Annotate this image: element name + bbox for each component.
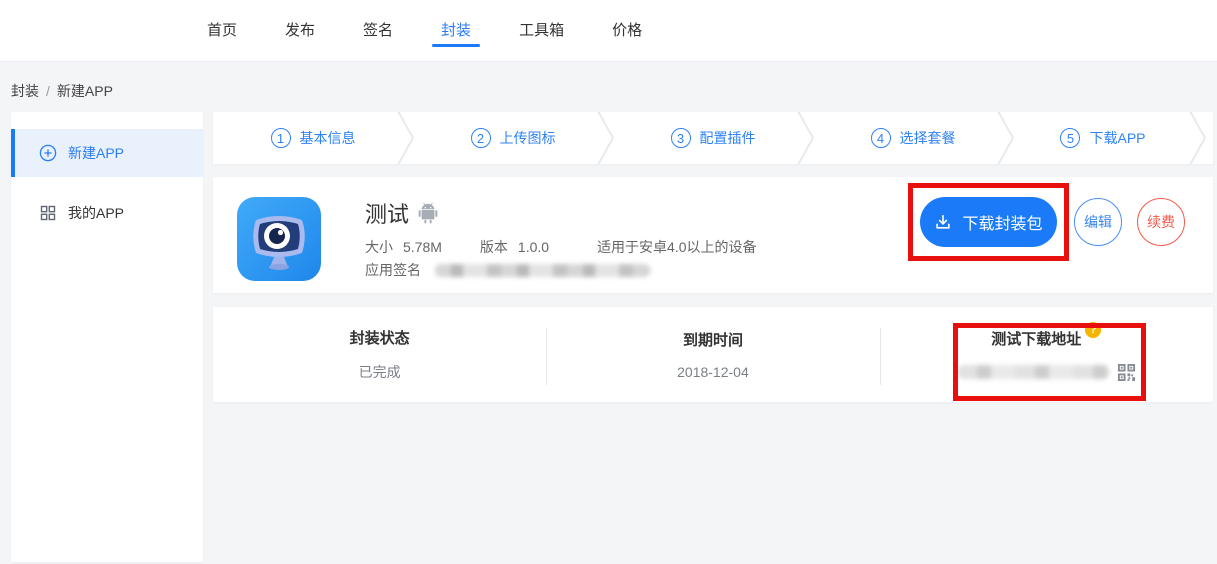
step-number: 2	[471, 128, 491, 148]
edit-button[interactable]: 编辑	[1074, 198, 1122, 246]
test-download-url-label: 测试下载地址	[991, 328, 1081, 349]
sidebar-item-label: 新建APP	[68, 143, 124, 163]
redacted-signature-value	[435, 264, 650, 277]
breadcrumb: 封装 / 新建APP	[11, 81, 113, 101]
size-label: 大小	[365, 237, 393, 257]
size-value: 5.78M	[403, 239, 442, 255]
wizard-step-download-app[interactable]: 5 下载APP	[1003, 112, 1203, 164]
app-icon	[237, 197, 321, 281]
main-content: 1 基本信息 2 上传图标 3 配置插件 4 选择套餐 5 下载APP	[213, 112, 1213, 402]
version-label: 版本	[480, 237, 508, 257]
package-status-label: 封装状态	[350, 327, 410, 348]
nav-item-package[interactable]: 封装	[441, 0, 471, 62]
step-label: 选择套餐	[900, 128, 956, 148]
step-label: 下载APP	[1089, 128, 1145, 148]
step-wizard: 1 基本信息 2 上传图标 3 配置插件 4 选择套餐 5 下载APP	[213, 112, 1213, 164]
sidebar-item-my-app[interactable]: 我的APP	[11, 189, 203, 237]
expiry-date-column: 到期时间 2018-12-04	[546, 307, 879, 402]
help-question-icon[interactable]: ?	[1085, 322, 1101, 338]
expiry-date-label: 到期时间	[683, 329, 743, 350]
app-title-row: 测试	[365, 197, 438, 229]
package-status-value: 已完成	[359, 362, 401, 382]
qr-code-icon[interactable]	[1117, 363, 1136, 382]
step-number: 1	[271, 128, 291, 148]
wizard-step-basic-info[interactable]: 1 基本信息	[213, 112, 413, 164]
main-nav: 首页 发布 签名 封装 工具箱 价格	[207, 0, 1217, 62]
info-panel: 封装状态 已完成 到期时间 2018-12-04 测试下载地址 ?	[213, 307, 1213, 402]
compatibility-text: 适用于安卓4.0以上的设备	[597, 237, 756, 257]
wizard-step-select-plan[interactable]: 4 选择套餐	[813, 112, 1013, 164]
wizard-step-configure-plugins[interactable]: 3 配置插件	[613, 112, 813, 164]
sidebar-item-label: 我的APP	[68, 203, 124, 223]
nav-item-publish[interactable]: 发布	[285, 0, 315, 62]
app-meta-row: 大小 5.78M 版本 1.0.0 适用于安卓4.0以上的设备	[365, 237, 757, 257]
app-card: 测试 大小 5.78M 版本 1.0.0 适用于安卓4.0以上的设备 应用签名	[213, 177, 1213, 293]
edit-button-label: 编辑	[1084, 212, 1112, 232]
step-label: 基本信息	[300, 128, 356, 148]
signature-label: 应用签名	[365, 260, 421, 280]
breadcrumb-section[interactable]: 封装	[11, 83, 39, 99]
breadcrumb-current: 新建APP	[57, 83, 113, 99]
plus-circle-icon	[39, 144, 57, 162]
download-package-button[interactable]: 下载封装包	[920, 197, 1057, 247]
wizard-step-upload-icon[interactable]: 2 上传图标	[413, 112, 613, 164]
step-label: 上传图标	[500, 128, 556, 148]
step-label: 配置插件	[700, 128, 756, 148]
renew-button-label: 续费	[1147, 212, 1175, 232]
nav-item-sign[interactable]: 签名	[363, 0, 393, 62]
download-icon	[934, 213, 952, 231]
grid-icon	[39, 204, 57, 222]
renew-button[interactable]: 续费	[1137, 198, 1185, 246]
step-number: 3	[671, 128, 691, 148]
package-status-column: 封装状态 已完成	[213, 307, 546, 402]
top-header: 首页 发布 签名 封装 工具箱 价格	[0, 0, 1217, 62]
download-button-label: 下载封装包	[962, 210, 1042, 234]
test-download-url-column: 测试下载地址 ?	[880, 307, 1213, 402]
step-number: 4	[871, 128, 891, 148]
android-icon	[418, 202, 438, 224]
step-number: 5	[1060, 128, 1080, 148]
app-signature-row: 应用签名	[365, 260, 650, 280]
expiry-date-value: 2018-12-04	[677, 364, 749, 380]
app-title: 测试	[365, 197, 409, 229]
nav-item-home[interactable]: 首页	[207, 0, 237, 62]
nav-item-pricing[interactable]: 价格	[612, 0, 642, 62]
sidebar: 新建APP 我的APP	[11, 112, 203, 562]
sidebar-item-new-app[interactable]: 新建APP	[11, 129, 203, 177]
version-value: 1.0.0	[518, 239, 549, 255]
redacted-test-download-url	[957, 365, 1110, 379]
nav-item-toolbox[interactable]: 工具箱	[519, 0, 564, 62]
breadcrumb-separator: /	[46, 83, 50, 99]
